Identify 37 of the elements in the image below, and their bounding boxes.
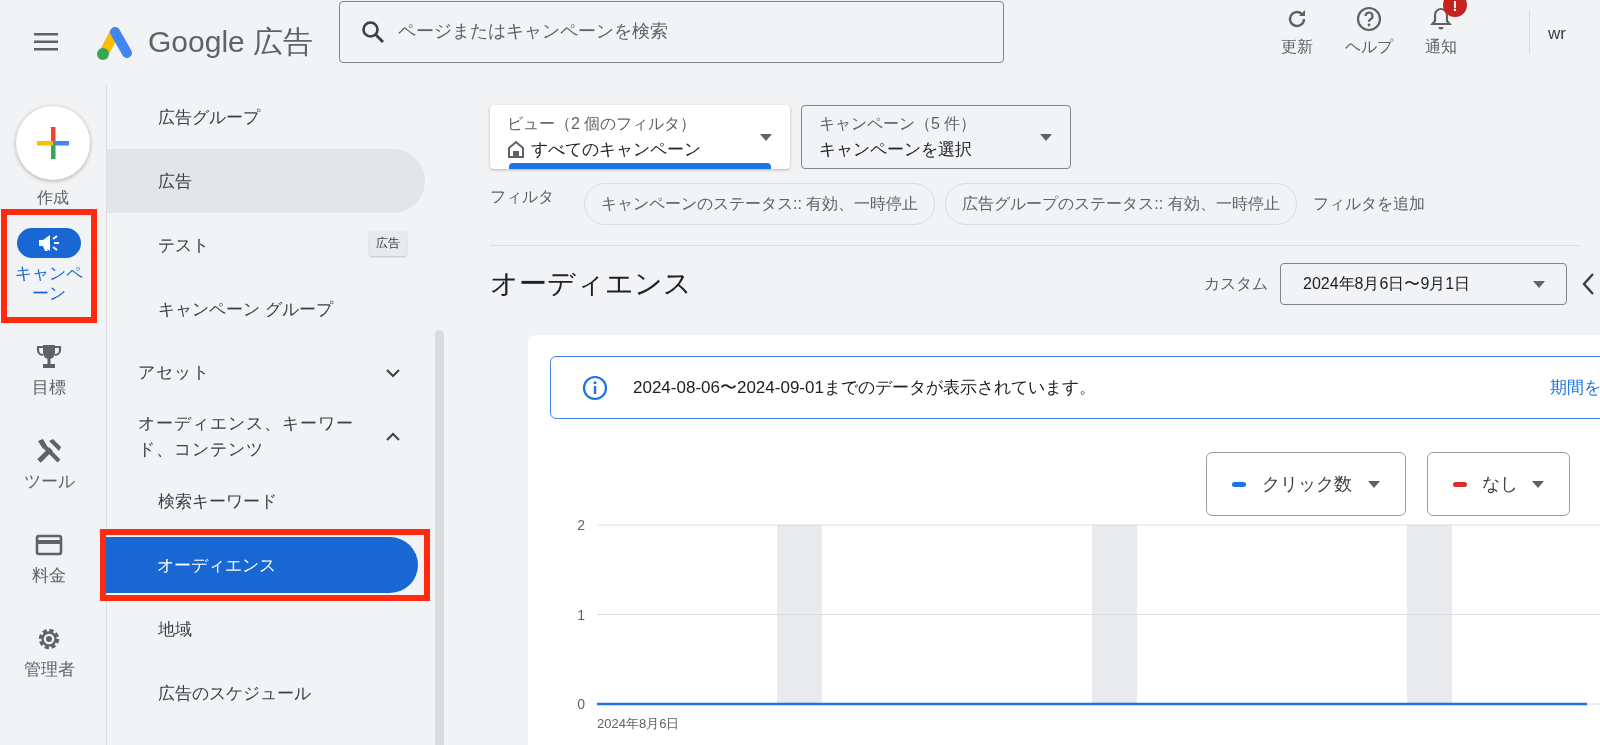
submenu-item[interactable]: 検索キーワード — [107, 469, 425, 533]
filter-label: フィルタ — [490, 186, 555, 207]
rail-item[interactable]: キャンペーン — [1, 209, 97, 323]
rail-item[interactable]: 管理者 — [1, 605, 97, 699]
metric-dropdown[interactable]: クリック数 — [1206, 452, 1406, 516]
view-dropdown[interactable]: ビュー（2 個のフィルタ） すべてのキャンペーン — [490, 105, 790, 169]
axis-tick-label: 2 — [577, 517, 585, 533]
date-range-dropdown[interactable]: 2024年8月6日〜9月1日 — [1280, 263, 1567, 305]
submenu-section[interactable]: アセット — [107, 341, 407, 405]
tooltip: 広告 — [369, 231, 407, 256]
submenu-item[interactable]: キャンペーン グループ — [107, 277, 425, 341]
account-name[interactable]: wr — [1548, 23, 1567, 44]
campaign-dropdown[interactable]: キャンペーン（5 件） キャンペーンを選択 — [801, 105, 1071, 169]
rail-item[interactable]: ツール — [1, 417, 97, 511]
rail-item[interactable]: 料金 — [1, 511, 97, 605]
submenu-item[interactable]: 広告グループ — [107, 85, 425, 149]
product-name: Google 広告 — [148, 24, 314, 60]
submenu-item[interactable]: 広告のスケジュール — [107, 661, 425, 725]
page-title: オーディエンス — [490, 267, 692, 301]
header-action-button[interactable]: 更新 — [1272, 5, 1323, 58]
info-text: 2024-08-06〜2024-09-01までのデータが表示されています。 — [633, 377, 1096, 399]
period-link[interactable]: 期間を — [1550, 376, 1600, 399]
submenu-item[interactable]: オーディエンス — [106, 537, 418, 593]
search-field[interactable]: ページまたはキャンペーンを検索 — [339, 0, 1005, 63]
rail-item[interactable]: 目標 — [1, 323, 97, 417]
header-action-button[interactable]: ヘルプ — [1344, 5, 1395, 58]
submenu-section[interactable]: オーディエンス、キーワード、コンテンツ — [107, 405, 407, 469]
create-label: 作成 — [37, 188, 69, 208]
axis-date-label: 2024年8月6日 — [597, 716, 680, 731]
range-label: カスタム — [1204, 273, 1268, 294]
axis-tick-label: 1 — [577, 606, 585, 623]
metric-dropdown[interactable]: なし — [1427, 452, 1570, 516]
submenu-item[interactable]: 地域 — [107, 597, 425, 661]
axis-tick-label: 0 — [577, 696, 585, 712]
add-filter-link[interactable]: フィルタを追加 — [1312, 193, 1425, 215]
notification-badge: ! — [1443, 0, 1468, 17]
submenu-item[interactable]: 広告 — [107, 149, 425, 213]
